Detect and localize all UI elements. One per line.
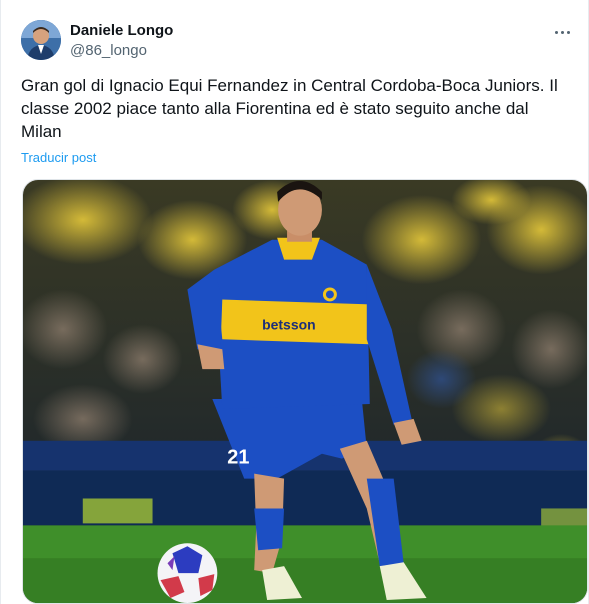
tweet-card: Daniele Longo @86_longo Gran gol di Igna…	[0, 0, 589, 604]
author-name[interactable]: Daniele Longo	[70, 22, 173, 39]
author-handle[interactable]: @86_longo	[70, 42, 147, 59]
author-avatar[interactable]	[21, 20, 61, 60]
football	[157, 543, 218, 603]
tweet-media-photo[interactable]: betsson 21	[22, 179, 588, 604]
tweet-text: Gran gol di Ignacio Equi Fernandez in Ce…	[21, 76, 558, 141]
player-photo: betsson 21	[23, 180, 587, 603]
jersey-sponsor-text: betsson	[262, 316, 315, 332]
jersey-number-text: 21	[227, 447, 249, 469]
avatar-image	[21, 20, 61, 60]
more-horizontal-icon[interactable]	[552, 24, 572, 40]
translate-post-link[interactable]: Traducir post	[21, 150, 96, 165]
